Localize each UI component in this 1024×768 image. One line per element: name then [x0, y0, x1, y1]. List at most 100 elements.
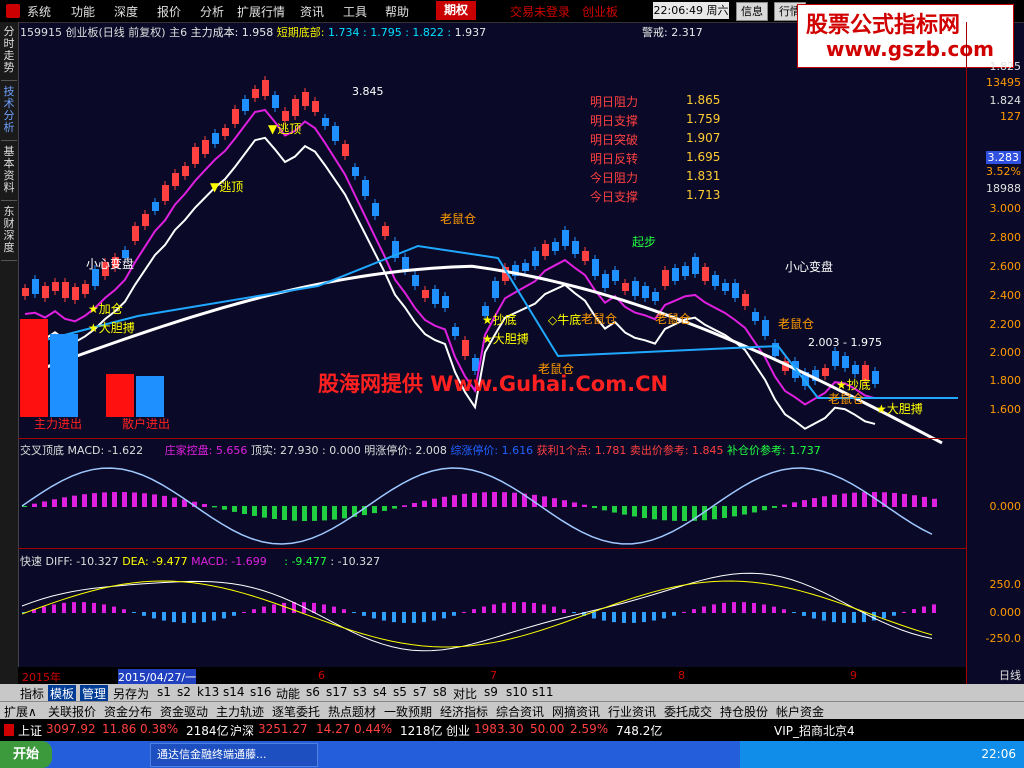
menu-analysis[interactable]: 分析 [200, 3, 224, 20]
candle-body [172, 173, 179, 186]
candle-body [832, 351, 839, 366]
tab-fund-drive[interactable]: 资金驱动 [160, 703, 208, 720]
tab-template[interactable]: 模板 [48, 685, 77, 702]
tab-tick-orders[interactable]: 逐笔委托 [272, 703, 320, 720]
tab-save-as[interactable]: 另存为 [113, 685, 149, 702]
tab-economic[interactable]: 经济指标 [440, 703, 488, 720]
chinext-link[interactable]: 创业板 [582, 3, 618, 20]
tab-extend[interactable]: 扩展∧ [4, 703, 37, 720]
candle-body [22, 288, 29, 296]
tab-hot-topics[interactable]: 热点题材 [328, 703, 376, 720]
tab-web-news[interactable]: 网摘资讯 [552, 703, 600, 720]
index-ticker: 上证 3097.92 11.86 0.38% 2184亿 沪深 3251.27 … [0, 719, 1024, 741]
catch-bottom-label: ★抄底 [482, 313, 517, 327]
tab-s17[interactable]: s17 [326, 685, 348, 699]
candle-body [382, 226, 389, 236]
pred-label: 明日突破 [590, 133, 639, 147]
tab-s7[interactable]: s7 [413, 685, 427, 699]
axis-period[interactable]: 日线 [999, 667, 1021, 683]
ind2-bar [112, 606, 116, 613]
candle-body [702, 267, 709, 281]
ind1-buy: 补仓价参考: 1.737 [727, 444, 821, 457]
tab-momentum[interactable]: 动能 [276, 685, 300, 702]
tab-s10[interactable]: s10 [506, 685, 528, 699]
ind1-bar [492, 492, 497, 507]
ind2-bar [352, 612, 356, 614]
ind2-bar [132, 612, 136, 614]
menu-tools[interactable]: 工具 [343, 3, 367, 20]
tab-s1[interactable]: s1 [157, 685, 171, 699]
windows-taskbar: 开始 通达信金融终端通藤... 22:06 [0, 741, 1024, 768]
candle-body [72, 287, 79, 300]
tab-s11[interactable]: s11 [532, 685, 554, 699]
ind1-bar [642, 506, 647, 519]
menu-function[interactable]: 功能 [71, 3, 95, 20]
ind1-bar [542, 496, 547, 507]
tab-s8[interactable]: s8 [433, 685, 447, 699]
ind1-bar [382, 506, 387, 511]
side-tab-technical[interactable]: 技术分析 [1, 86, 17, 141]
site-banner: 股海网提供 Www.Guhai.Com.CN [318, 372, 669, 396]
tab-s6[interactable]: s6 [306, 685, 320, 699]
taskbar-window-item[interactable]: 通达信金融终端通藤... [150, 743, 318, 767]
axis-price: 3.000 [989, 202, 1022, 215]
info-button[interactable]: 信息 [736, 2, 768, 21]
tab-orders[interactable]: 委托成交 [664, 703, 712, 720]
ind1-bar [862, 492, 867, 507]
ind2-dea: DEA: -9.477 [122, 555, 188, 568]
tab-holdings[interactable]: 持仓股份 [720, 703, 768, 720]
menu-depth[interactable]: 深度 [114, 3, 138, 20]
ind2-bar [522, 602, 526, 613]
ind2-bar [262, 606, 266, 613]
side-tab-fundamental[interactable]: 基本资料 [1, 146, 17, 201]
menu-news[interactable]: 资讯 [300, 3, 324, 20]
ind1-bar [232, 506, 237, 512]
side-tab-intraday[interactable]: 分时走势 [1, 26, 17, 81]
ticker-sz-amount: 1218亿 [400, 724, 443, 738]
ind2-bar [152, 612, 156, 619]
axis-price: 1.600 [989, 403, 1022, 416]
ind1-bar [122, 492, 127, 507]
tab-s9[interactable]: s9 [484, 685, 498, 699]
tab-fund-distribution[interactable]: 资金分布 [104, 703, 152, 720]
tab-indicator[interactable]: 指标 [20, 685, 44, 702]
price-axis: 1.825 13495 1.824 127 3.283 3.52% 18988 … [966, 22, 1024, 684]
tab-manage[interactable]: 管理 [80, 685, 109, 702]
tab-related-quote[interactable]: 关联报价 [48, 703, 96, 720]
menu-system[interactable]: 系统 [27, 3, 51, 20]
tab-s2[interactable]: s2 [177, 685, 191, 699]
start-button[interactable]: 开始 [0, 741, 52, 768]
menu-help[interactable]: 帮助 [385, 3, 409, 20]
tab-account[interactable]: 帐户资金 [776, 703, 824, 720]
tab-s16[interactable]: s16 [250, 685, 272, 699]
ticker-sz-change: 14.27 [316, 722, 351, 736]
tab-k13[interactable]: k13 [197, 685, 219, 699]
menu-quote[interactable]: 报价 [157, 3, 181, 20]
ind1-bar [512, 492, 517, 507]
tab-s5[interactable]: s5 [393, 685, 407, 699]
app-icon[interactable] [6, 4, 20, 18]
kline-chart[interactable] [18, 36, 966, 666]
tab-s3[interactable]: s3 [353, 685, 367, 699]
trade-login-link[interactable]: 交易未登录 [510, 3, 570, 20]
tab-s14[interactable]: s14 [223, 685, 245, 699]
ind2-bar [422, 612, 426, 623]
peak-label: 3.845 [352, 85, 384, 98]
ind1-bar [652, 506, 657, 520]
tab-options[interactable]: 期权 [436, 1, 476, 20]
tab-industry-news[interactable]: 行业资讯 [608, 703, 656, 720]
tab-main-track[interactable]: 主力轨迹 [216, 703, 264, 720]
tab-s4[interactable]: s4 [373, 685, 387, 699]
side-tab-eastmoney[interactable]: 东财深度 [1, 206, 17, 261]
bull-bottom-label: ◇牛底 [548, 313, 582, 327]
tab-compare[interactable]: 对比 [453, 685, 477, 702]
candle-body [302, 92, 309, 106]
ind2-bar [792, 612, 796, 614]
candle-body [232, 109, 239, 124]
tab-consensus[interactable]: 一致预期 [384, 703, 432, 720]
tab-general-news[interactable]: 综合资讯 [496, 703, 544, 720]
menu-extended[interactable]: 扩展行情 [237, 3, 285, 20]
candle-body [442, 296, 449, 308]
ind1-bar [502, 492, 507, 507]
ind2-v1: : -9.477 [284, 555, 327, 568]
